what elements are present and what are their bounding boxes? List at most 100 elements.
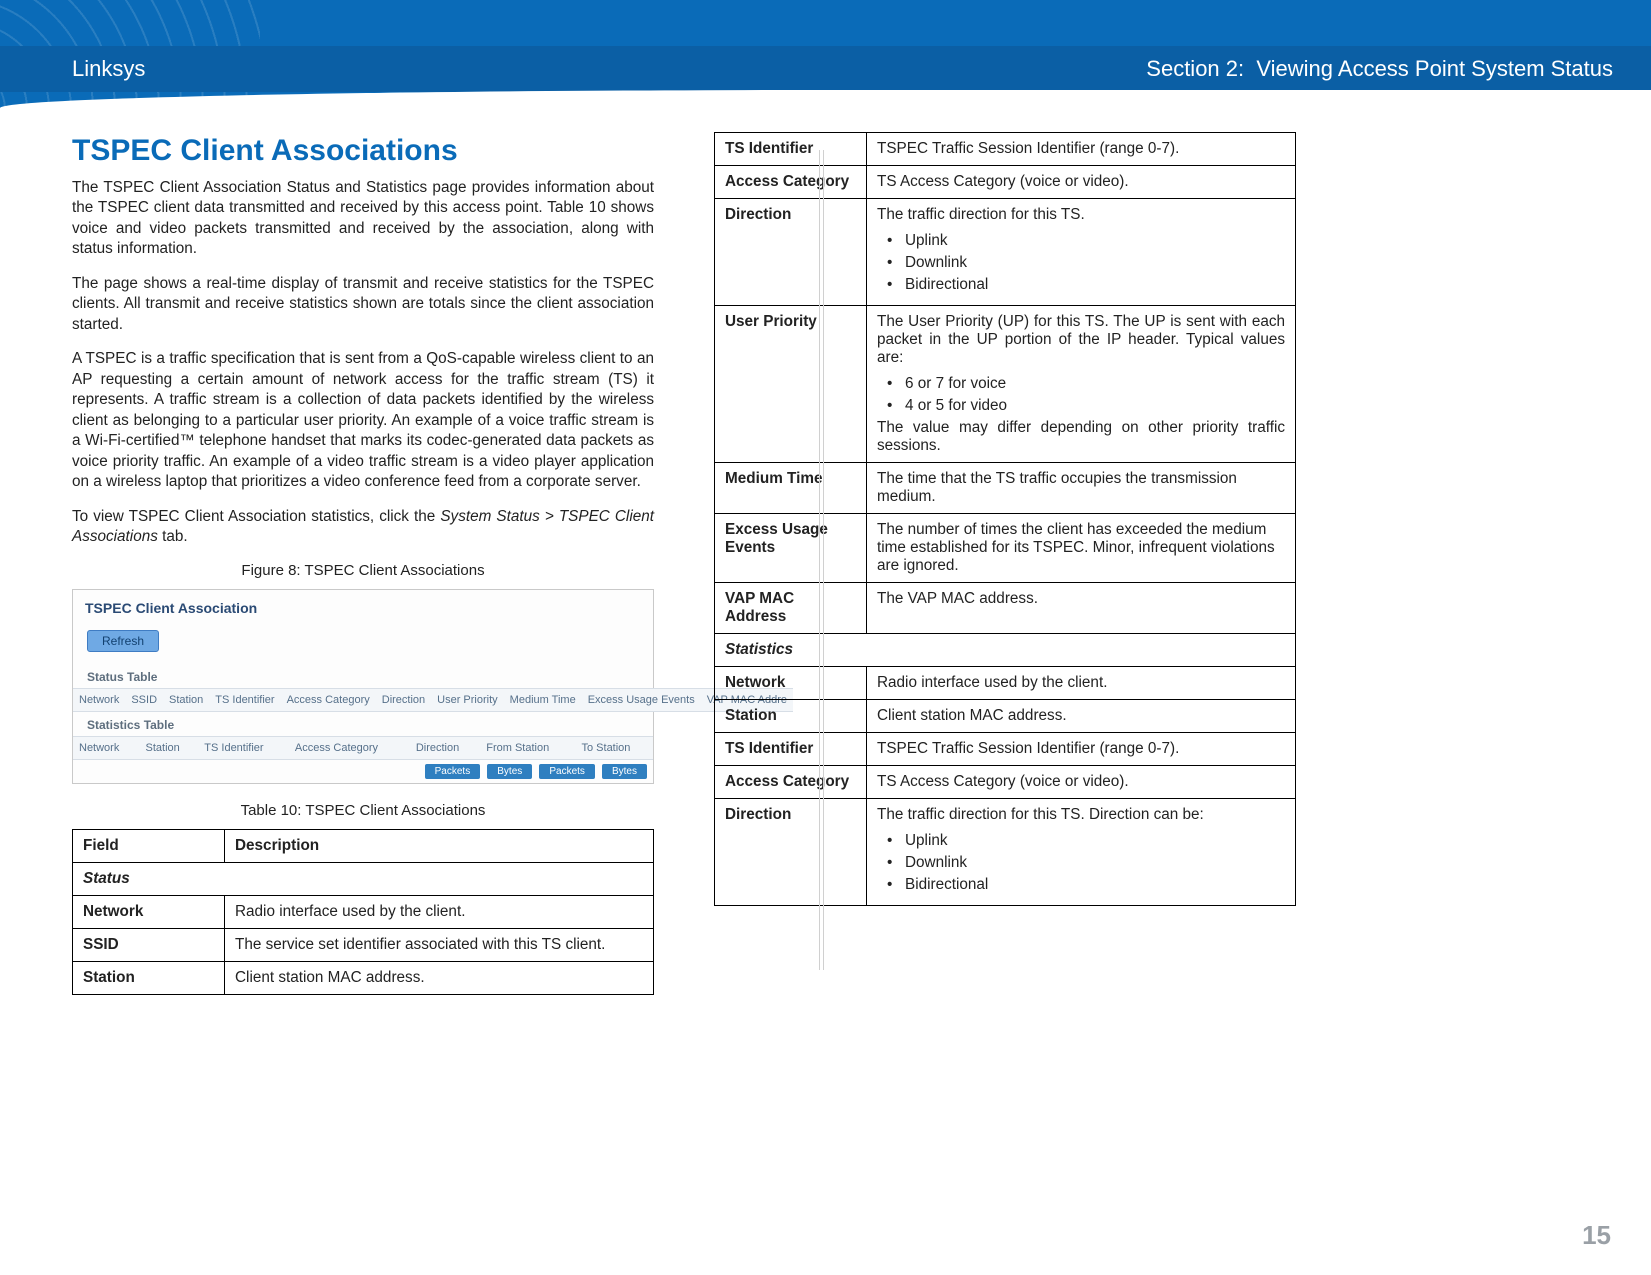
table-row: Direction The traffic direction for this… [715,199,1296,306]
figure-8-screenshot: TSPEC Client Association Refresh Status … [72,589,654,784]
fig-pill-row: Packets Bytes Packets Bytes [73,759,653,783]
left-column: TSPEC Client Associations The TSPEC Clie… [72,132,654,995]
fig-col: Station [163,688,209,711]
list-item: Uplink [887,830,1285,852]
table-row: Access Category TS Access Category (voic… [715,766,1296,799]
table-10-left: Field Description Status Network Radio i… [72,829,654,995]
table-row: Station Client station MAC address. [715,700,1296,733]
banner-curve [0,90,1651,108]
list-item: 4 or 5 for video [887,395,1285,417]
list-item: Downlink [887,252,1285,274]
table-row: User Priority The User Priority (UP) for… [715,306,1296,463]
fig-col: Access Category [289,736,410,759]
row-label: VAP MAC Address [715,583,867,634]
direction2-intro: The traffic direction for this TS. Direc… [877,806,1204,823]
intro-para-3: A TSPEC is a traffic specification that … [72,349,654,492]
table-row: Access Category TS Access Category (voic… [715,166,1296,199]
section-status: Status [73,862,654,895]
fig-status-label: Status Table [73,664,653,688]
row-label: SSID [73,928,225,961]
row-desc: TSPEC Traffic Session Identifier (range … [867,133,1296,166]
fig-pill: Packets [539,764,595,779]
fig-col: To Station [576,736,654,759]
row-desc: TS Access Category (voice or video). [867,766,1296,799]
brand-label: Linksys [72,56,145,82]
up-intro: The User Priority (UP) for this TS. The … [877,313,1285,367]
fig-col: TS Identifier [198,736,289,759]
table-row: Direction The traffic direction for this… [715,799,1296,906]
fig-col: User Priority [431,688,504,711]
col-field: Field [73,829,225,862]
fig-col: Medium Time [504,688,582,711]
right-column: TS Identifier TSPEC Traffic Session Iden… [714,132,1296,995]
row-desc: The traffic direction for this TS. Direc… [867,799,1296,906]
row-label: Network [73,895,225,928]
row-label: TS Identifier [715,733,867,766]
row-desc: TSPEC Traffic Session Identifier (range … [867,733,1296,766]
row-desc: The time that the TS traffic occupies th… [867,463,1296,514]
list-item: Uplink [887,230,1285,252]
direction-list: Uplink Downlink Bidirectional [887,230,1285,296]
row-desc: The User Priority (UP) for this TS. The … [867,306,1296,463]
fig-stats-table: Network Station TS Identifier Access Cat… [73,736,653,783]
list-item: Bidirectional [887,874,1285,896]
section-label: Section 2: Viewing Access Point System S… [1146,56,1613,82]
fig-col: Direction [376,688,431,711]
row-label: Direction [715,199,867,306]
figure-caption: Figure 8: TSPEC Client Associations [72,562,654,579]
table-10-right: TS Identifier TSPEC Traffic Session Iden… [714,132,1296,906]
row-desc: Radio interface used by the client. [225,895,654,928]
page-number: 15 [1582,1220,1611,1251]
fig-col: Network [73,736,140,759]
table-row: Network Radio interface used by the clie… [73,895,654,928]
row-label: TS Identifier [715,133,867,166]
direction-intro: The traffic direction for this TS. [877,206,1085,223]
row-label: Network [715,667,867,700]
column-gutter [819,150,820,970]
up-outro: The value may differ depending on other … [877,419,1285,455]
intro-para-4-pre: To view TSPEC Client Association statist… [72,508,440,525]
row-label: Station [715,700,867,733]
fig-pill: Bytes [602,764,647,779]
table-row: Medium Time The time that the TS traffic… [715,463,1296,514]
fig-col: Direction [410,736,480,759]
fig-col: Station [140,736,199,759]
row-desc: TS Access Category (voice or video). [867,166,1296,199]
intro-para-1: The TSPEC Client Association Status and … [72,178,654,260]
row-desc: Client station MAC address. [225,961,654,994]
table-row: TS Identifier TSPEC Traffic Session Iden… [715,733,1296,766]
list-item: Bidirectional [887,274,1285,296]
fig-pill: Packets [425,764,481,779]
table-caption: Table 10: TSPEC Client Associations [72,802,654,819]
section-statistics: Statistics [715,634,1296,667]
row-desc: Radio interface used by the client. [867,667,1296,700]
row-label: Medium Time [715,463,867,514]
col-description: Description [225,829,654,862]
fig-col: Access Category [281,688,376,711]
row-label: Station [73,961,225,994]
table-row: VAP MAC Address The VAP MAC address. [715,583,1296,634]
intro-para-4-post: tab. [158,528,188,545]
fig-stats-label: Statistics Table [73,712,653,736]
fig-col: Network [73,688,125,711]
row-label: Access Category [715,166,867,199]
refresh-button[interactable]: Refresh [87,630,159,652]
fig-col: TS Identifier [209,688,280,711]
table-row: TS Identifier TSPEC Traffic Session Iden… [715,133,1296,166]
intro-para-2: The page shows a real-time display of tr… [72,274,654,335]
row-label: User Priority [715,306,867,463]
table-row: Excess Usage Events The number of times … [715,514,1296,583]
fig-title: TSPEC Client Association [73,590,653,630]
page-body: TSPEC Client Associations The TSPEC Clie… [0,108,1651,995]
list-item: Downlink [887,852,1285,874]
table-row: SSID The service set identifier associat… [73,928,654,961]
table-row: Network Radio interface used by the clie… [715,667,1296,700]
intro-para-4: To view TSPEC Client Association statist… [72,507,654,548]
fig-col: Excess Usage Events [582,688,701,711]
fig-col: SSID [125,688,163,711]
header-bar: Linksys Section 2: Viewing Access Point … [0,46,1651,92]
fig-col: From Station [480,736,575,759]
table-row: Station Client station MAC address. [73,961,654,994]
row-label: Direction [715,799,867,906]
header-banner: Linksys Section 2: Viewing Access Point … [0,0,1651,108]
